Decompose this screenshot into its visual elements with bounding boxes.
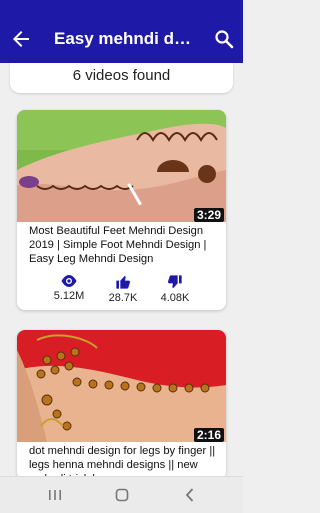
- app-bar: Easy mehndi designs: [0, 16, 243, 63]
- search-icon[interactable]: [212, 27, 236, 51]
- video-duration: 2:16: [193, 428, 224, 442]
- video-thumbnail[interactable]: [17, 110, 226, 222]
- system-nav-bar: [0, 476, 243, 513]
- thumbs-down-icon[interactable]: [167, 274, 183, 290]
- video-duration: 3:29: [193, 208, 224, 222]
- video-title[interactable]: Most Beautiful Feet Mehndi Design 2019 |…: [29, 224, 221, 266]
- video-title[interactable]: dot mehndi design for legs by finger || …: [29, 444, 221, 480]
- recent-apps-icon[interactable]: [45, 485, 65, 505]
- dislikes-count: 4.08K: [160, 292, 190, 304]
- thumbs-up-icon[interactable]: [115, 274, 131, 290]
- dislikes-stat[interactable]: 4.08K: [145, 274, 205, 305]
- video-stats: 5.12M 28.7K 4.08K: [17, 274, 226, 310]
- back-icon[interactable]: [180, 485, 200, 505]
- page-title: Easy mehndi designs: [54, 29, 194, 48]
- home-icon[interactable]: [112, 485, 132, 505]
- status-bar: [0, 0, 243, 16]
- results-count: 6 videos found: [72, 67, 171, 84]
- views-stat: 5.12M: [39, 274, 99, 303]
- results-header: 6 videos found: [10, 63, 233, 93]
- arrow-left-icon[interactable]: [9, 27, 33, 51]
- likes-count: 28.7K: [108, 292, 138, 304]
- eye-icon: [61, 275, 77, 287]
- views-count: 5.12M: [53, 290, 85, 302]
- video-card[interactable]: 2:16 dot mehndi design for legs by finge…: [17, 330, 226, 480]
- likes-stat[interactable]: 28.7K: [93, 274, 153, 305]
- video-thumbnail[interactable]: [17, 330, 226, 442]
- video-card[interactable]: 3:29 Most Beautiful Feet Mehndi Design 2…: [17, 110, 226, 310]
